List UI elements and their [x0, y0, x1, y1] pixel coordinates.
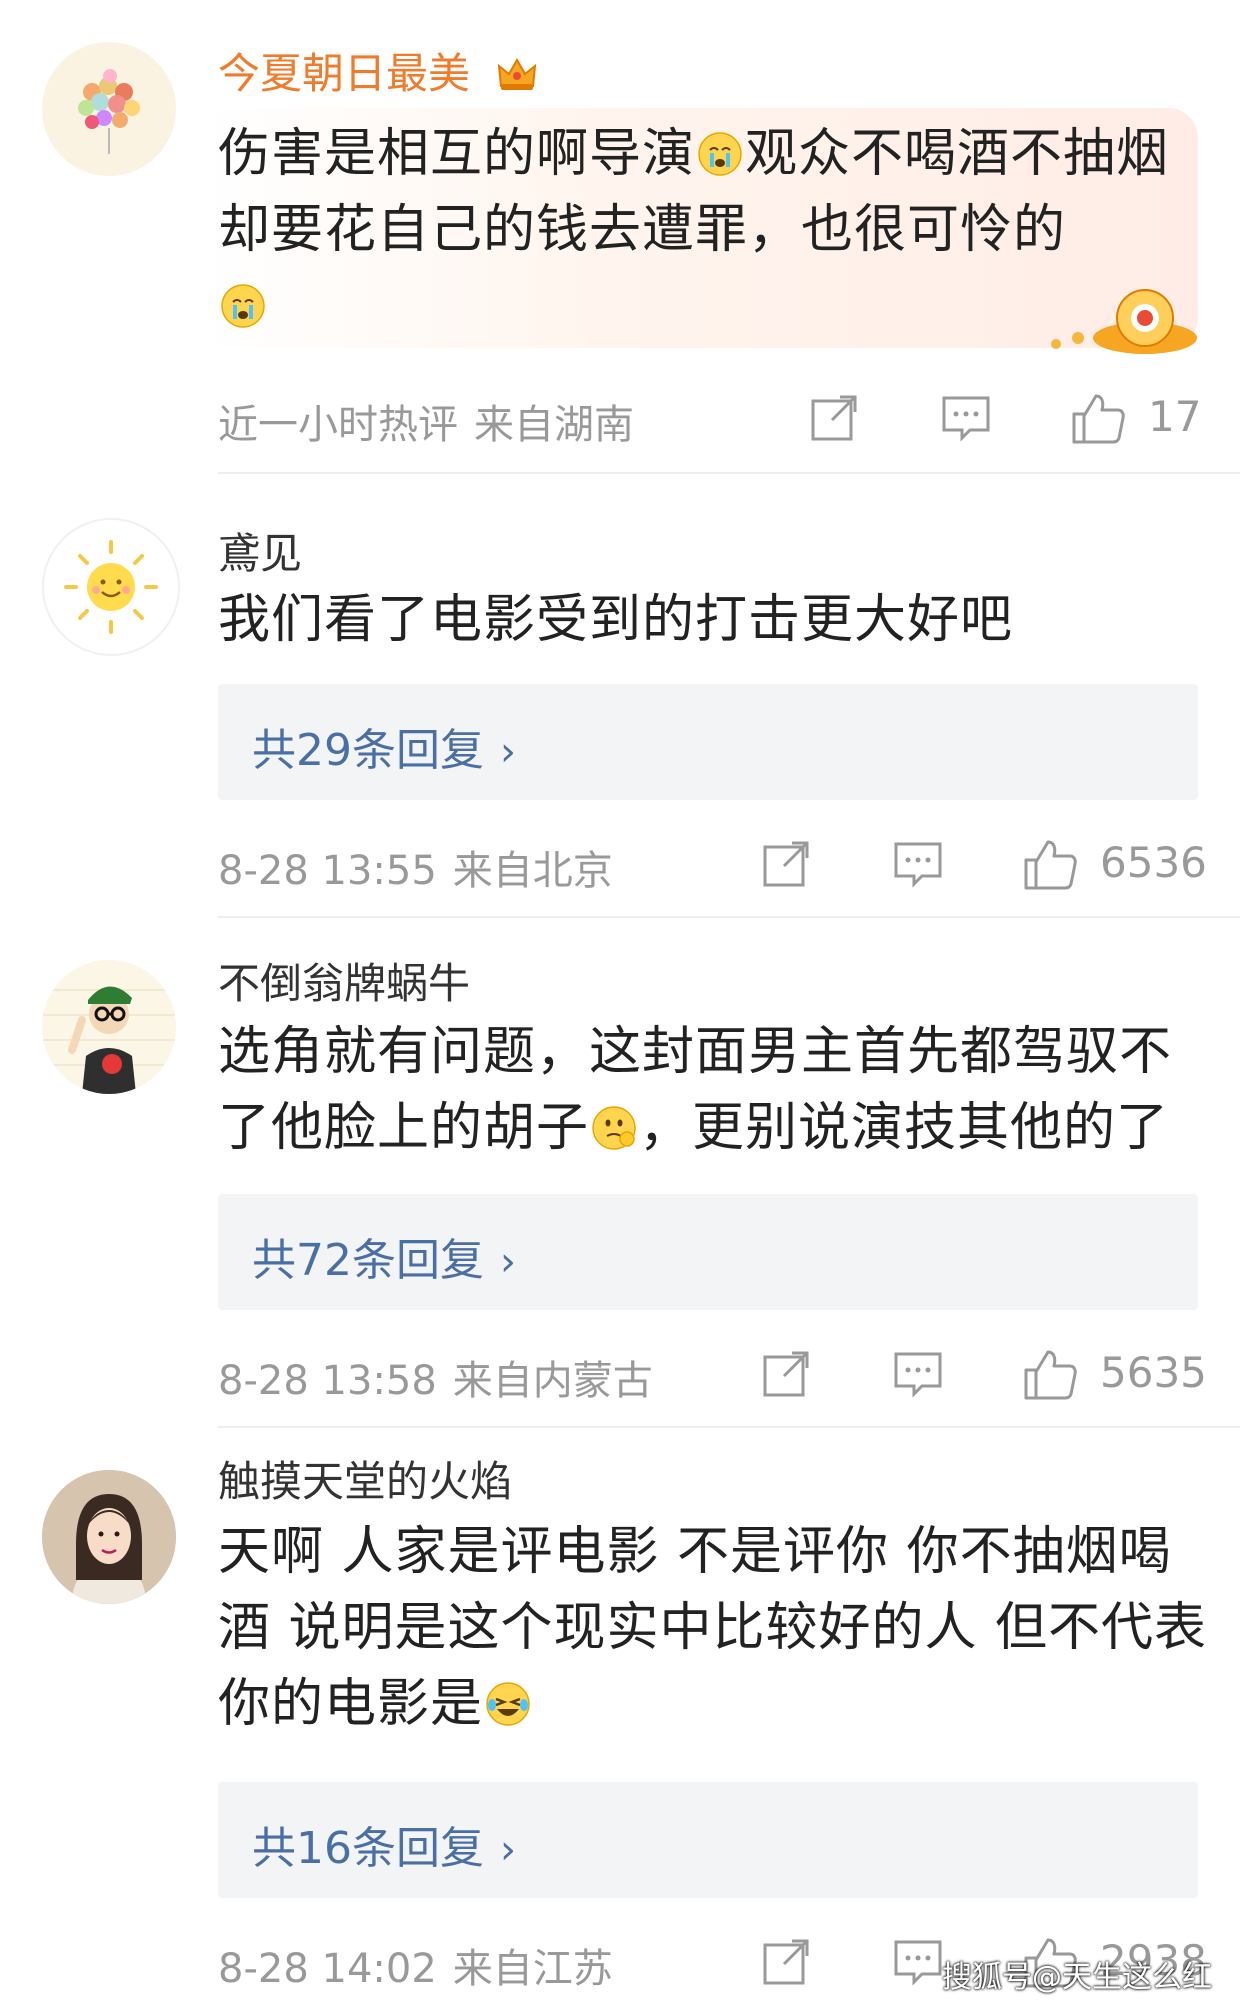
hot-comment-badge-icon [1050, 280, 1200, 364]
reply-summary[interactable]: 共16条回复 › [218, 1782, 1198, 1898]
meta-location: 来自江苏 [452, 1946, 613, 1992]
crown-icon [497, 53, 537, 102]
comment-icon[interactable] [940, 392, 992, 444]
share-icon[interactable] [760, 838, 812, 890]
chevron-right-icon: › [500, 1239, 516, 1285]
comment-text: 我们看了电影受到的打击更大好吧 [218, 590, 1014, 650]
thinking-emoji-icon [592, 1106, 636, 1150]
comment-text-part: 伤害是相互的啊导演 [218, 124, 696, 184]
like-count: 5635 [1100, 1348, 1207, 1397]
meta-location: 来自湖南 [474, 402, 634, 448]
meta-location: 来自北京 [452, 848, 613, 894]
meta-time: 近一小时热评 [218, 402, 458, 448]
comment-item: 触摸天堂的火焰 天啊 人家是评电影 不是评你 你不抽烟喝酒 说明是这个现实中比较… [0, 1428, 1240, 2008]
reply-count-text: 共72条回复 [252, 1235, 484, 1286]
author-name[interactable]: 鳶见 [218, 520, 302, 581]
comment-meta: 8-28 13:55 来自北京 [218, 838, 613, 896]
share-icon[interactable] [760, 1348, 812, 1400]
share-icon[interactable] [760, 1936, 812, 1988]
meta-time: 8-28 13:58 [218, 1358, 437, 1404]
thumbs-up-icon[interactable] [1070, 390, 1126, 446]
comment-item: 不倒翁牌蜗牛 选角就有问题，这封面男主首先都驾驭不了他脸上的胡子 ，更别说演技其他… [0, 918, 1240, 1428]
reply-count-text: 共16条回复 [252, 1823, 484, 1874]
thumbs-up-icon[interactable] [1022, 836, 1078, 892]
author-name[interactable]: 触摸天堂的火焰 [218, 1448, 512, 1509]
comment-icon[interactable] [892, 1348, 944, 1400]
crying-emoji-icon [221, 284, 265, 328]
like-count: 6536 [1100, 838, 1207, 887]
comment-text: 天啊 人家是评电影 不是评你 你不抽烟喝酒 说明是这个现实中比较好的人 但不代表… [218, 1514, 1208, 1742]
thumbs-up-icon[interactable] [1022, 1346, 1078, 1402]
comment-text-part: 天啊 人家是评电影 不是评你 你不抽烟喝酒 说明是这个现实中比较好的人 但不代表… [218, 1522, 1208, 1734]
reply-count-link[interactable]: 共72条回复 › [252, 1224, 516, 1288]
laughing-crying-emoji-icon [486, 1682, 530, 1726]
author-name[interactable]: 不倒翁牌蜗牛 [218, 950, 470, 1011]
meta-time: 8-28 14:02 [218, 1946, 437, 1992]
crying-emoji-icon [698, 132, 742, 176]
comment-item: 鳶见 我们看了电影受到的打击更大好吧 共29条回复 › 8-28 13:55 来自北… [0, 474, 1240, 918]
author-name-text: 今夏朝日最美 [218, 49, 471, 98]
comment-icon[interactable] [892, 838, 944, 890]
share-icon[interactable] [808, 392, 860, 444]
reply-summary[interactable]: 共29条回复 › [218, 684, 1198, 800]
avatar[interactable] [42, 42, 176, 176]
reply-count-text: 共29条回复 [252, 725, 484, 776]
like-count: 17 [1148, 392, 1202, 441]
chevron-right-icon: › [500, 729, 516, 775]
comment-text: 选角就有问题，这封面男主首先都驾驭不了他脸上的胡子 ，更别说演技其他的了 [218, 1014, 1208, 1166]
comment-meta: 8-28 14:02 来自江苏 [218, 1936, 613, 1994]
comment-meta: 近一小时热评 来自湖南 [218, 392, 634, 450]
avatar[interactable] [42, 518, 180, 656]
comment-text-part: ，更别说演技其他的了 [639, 1098, 1170, 1158]
chevron-right-icon: › [500, 1827, 516, 1873]
comment-item: 今夏朝日最美 伤害是相互的啊导演 观众不喝酒不抽烟却要花自己的钱去遭罪，也很可怜的… [0, 0, 1240, 474]
reply-count-link[interactable]: 共29条回复 › [252, 714, 516, 778]
meta-location: 来自内蒙古 [452, 1358, 653, 1404]
avatar[interactable] [42, 960, 176, 1094]
author-name[interactable]: 今夏朝日最美 [218, 40, 537, 102]
reply-summary[interactable]: 共72条回复 › [218, 1194, 1198, 1310]
comment-meta: 8-28 13:58 来自内蒙古 [218, 1348, 653, 1406]
watermark: 搜狐号@天生这么红 [942, 1960, 1212, 1995]
comment-icon[interactable] [892, 1936, 944, 1988]
reply-count-link[interactable]: 共16条回复 › [252, 1812, 516, 1876]
avatar[interactable] [42, 1470, 176, 1604]
meta-time: 8-28 13:55 [218, 848, 437, 894]
